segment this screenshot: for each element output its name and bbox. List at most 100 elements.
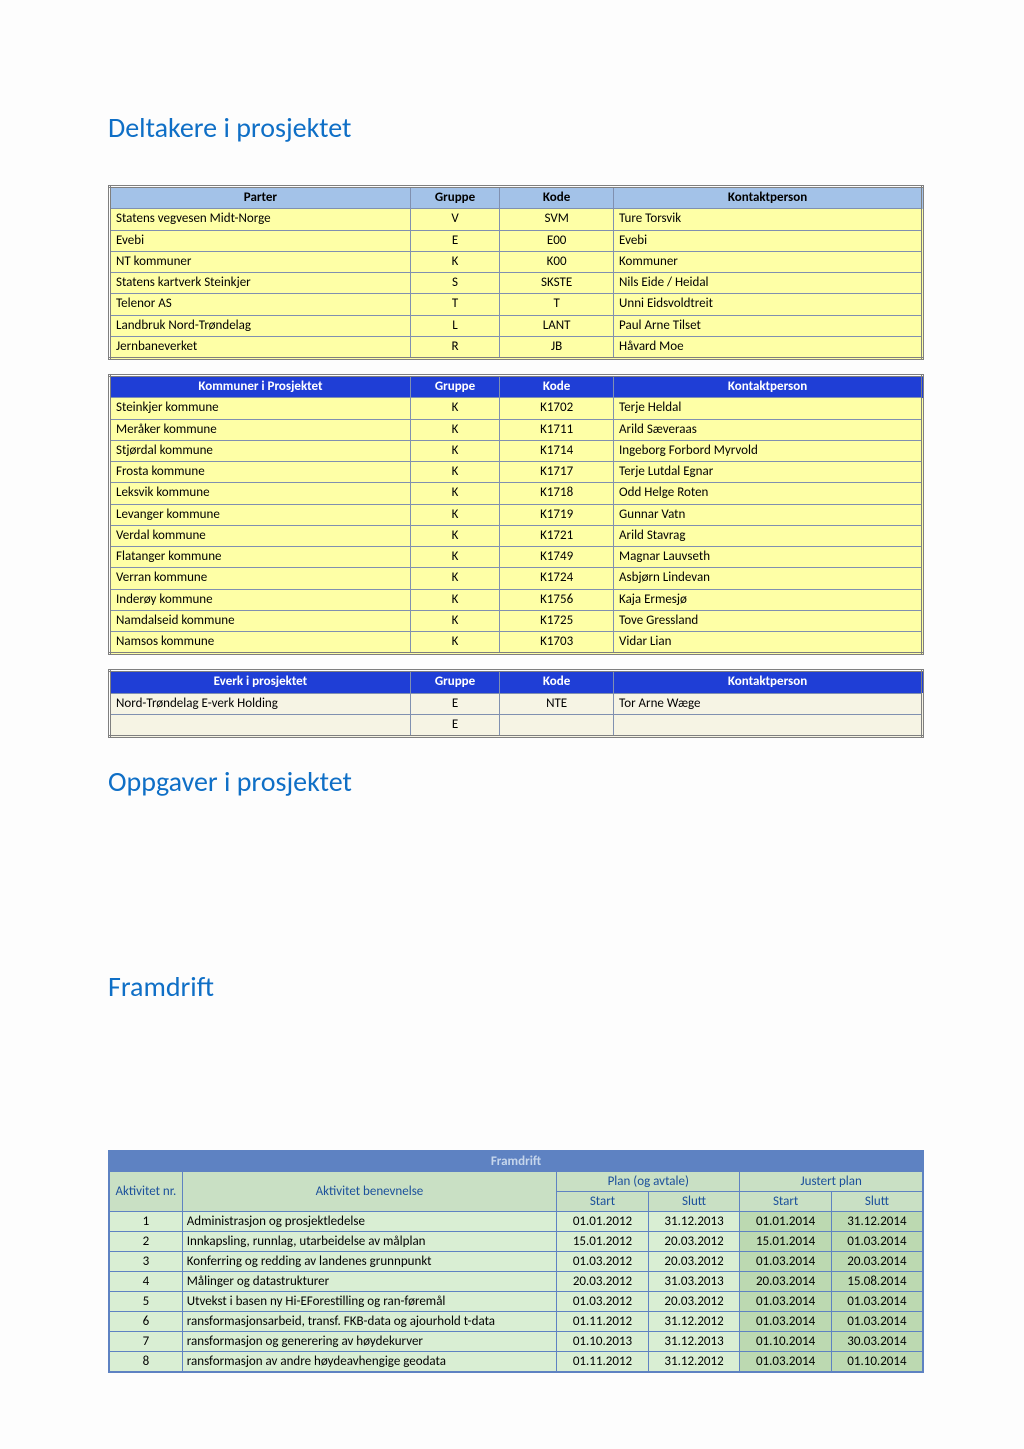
cell: Konferring og redding av landenes grunnp… xyxy=(182,1252,556,1272)
table-row: EvebiEE00Evebi xyxy=(110,230,923,251)
cell: K1711 xyxy=(500,419,614,440)
cell: 31.12.2013 xyxy=(648,1212,740,1232)
cell: 01.03.2012 xyxy=(557,1292,649,1312)
table-row: Inderøy kommuneKK1756Kaja Ermesjø xyxy=(110,589,923,610)
table-row: 7ransformasjon og generering av høydekur… xyxy=(109,1332,923,1352)
cell: Terje Heldal xyxy=(614,398,923,419)
th-gruppe: Gruppe xyxy=(410,187,499,209)
cell: Evebi xyxy=(614,230,923,251)
cell: K xyxy=(410,547,499,568)
cell: Verran kommune xyxy=(110,568,411,589)
th-parter: Everk i prosjektet xyxy=(110,671,411,693)
cell: 01.10.2014 xyxy=(740,1332,832,1352)
cell: 01.03.2014 xyxy=(831,1312,923,1332)
cell: T xyxy=(500,294,614,315)
cell: 20.03.2012 xyxy=(648,1232,740,1252)
fd-h-slutt2: Slutt xyxy=(831,1192,923,1212)
cell: K xyxy=(410,483,499,504)
fd-h-start2: Start xyxy=(740,1192,832,1212)
cell: 01.11.2012 xyxy=(557,1312,649,1332)
cell: Namsos kommune xyxy=(110,632,411,654)
cell: Nord-Trøndelag E-verk Holding xyxy=(110,693,411,714)
fd-h-justert: Justert plan xyxy=(740,1172,923,1192)
cell: 31.12.2013 xyxy=(648,1332,740,1352)
table-row: Flatanger kommuneKK1749Magnar Lauvseth xyxy=(110,547,923,568)
th-gruppe: Gruppe xyxy=(410,671,499,693)
table-row: 8ransformasjon av andre høydeavhengige g… xyxy=(109,1352,923,1373)
cell: 31.12.2012 xyxy=(648,1352,740,1373)
cell: Statens vegvesen Midt-Norge xyxy=(110,209,411,230)
cell: Asbjørn Lindevan xyxy=(614,568,923,589)
fd-h-slutt: Slutt xyxy=(648,1192,740,1212)
table-framdrift: Framdrift Aktivitet nr. Aktivitet benevn… xyxy=(108,1150,924,1373)
cell: K xyxy=(410,398,499,419)
table-row: Namsos kommuneKK1703Vidar Lian xyxy=(110,632,923,654)
cell: Statens kartverk Steinkjer xyxy=(110,273,411,294)
cell: Tor Arne Wæge xyxy=(614,693,923,714)
cell: L xyxy=(410,315,499,336)
table-row: 6ransformasjonsarbeid, transf. FKB-data … xyxy=(109,1312,923,1332)
section-framdrift: Framdrift xyxy=(108,969,924,1004)
cell: K1719 xyxy=(500,504,614,525)
cell: Inderøy kommune xyxy=(110,589,411,610)
cell: K1702 xyxy=(500,398,614,419)
table-row: 5Utvekst i basen ny Hi-EForestilling og … xyxy=(109,1292,923,1312)
cell: 5 xyxy=(109,1292,182,1312)
cell: Håvard Moe xyxy=(614,336,923,358)
cell: SVM xyxy=(500,209,614,230)
cell: K xyxy=(410,632,499,654)
cell: E00 xyxy=(500,230,614,251)
cell: 6 xyxy=(109,1312,182,1332)
table-row: Levanger kommuneKK1719Gunnar Vatn xyxy=(110,504,923,525)
cell: 01.03.2012 xyxy=(557,1252,649,1272)
cell: 1 xyxy=(109,1212,182,1232)
cell: 01.01.2014 xyxy=(740,1212,832,1232)
cell: Jernbaneverket xyxy=(110,336,411,358)
cell: Paul Arne Tilset xyxy=(614,315,923,336)
cell: Magnar Lauvseth xyxy=(614,547,923,568)
cell: K xyxy=(410,568,499,589)
cell: Verdal kommune xyxy=(110,525,411,546)
cell: 01.03.2014 xyxy=(740,1312,832,1332)
table-row: 2Innkapsling, runnlag, utarbeidelse av m… xyxy=(109,1232,923,1252)
cell: Steinkjer kommune xyxy=(110,398,411,419)
th-kontakt: Kontaktperson xyxy=(614,376,923,398)
cell: 2 xyxy=(109,1232,182,1252)
table-row: Telenor ASTTUnni Eidsvoldtreit xyxy=(110,294,923,315)
cell: 3 xyxy=(109,1252,182,1272)
table-kommuner: Kommuner i Prosjektet Gruppe Kode Kontak… xyxy=(108,374,924,655)
table-row: Frosta kommuneKK1717Terje Lutdal Egnar xyxy=(110,462,923,483)
cell: ransformasjon og generering av høydekurv… xyxy=(182,1332,556,1352)
cell: 20.03.2012 xyxy=(648,1292,740,1312)
cell: Unni Eidsvoldtreit xyxy=(614,294,923,315)
cell: E xyxy=(410,230,499,251)
fd-h-act: Aktivitet benevnelse xyxy=(182,1172,556,1212)
cell: SKSTE xyxy=(500,273,614,294)
table-row: 3Konferring og redding av landenes grunn… xyxy=(109,1252,923,1272)
th-kode: Kode xyxy=(500,671,614,693)
cell: Tove Gressland xyxy=(614,610,923,631)
cell: ransformasjon av andre høydeavhengige ge… xyxy=(182,1352,556,1373)
cell: Frosta kommune xyxy=(110,462,411,483)
cell: Innkapsling, runnlag, utarbeidelse av må… xyxy=(182,1232,556,1252)
cell: Telenor AS xyxy=(110,294,411,315)
fd-h-nr: Aktivitet nr. xyxy=(109,1172,182,1212)
th-kontakt: Kontaktperson xyxy=(614,187,923,209)
cell: 15.08.2014 xyxy=(831,1272,923,1292)
cell: 7 xyxy=(109,1332,182,1352)
table-row: Nord-Trøndelag E-verk HoldingENTETor Arn… xyxy=(110,693,923,714)
cell: Meråker kommune xyxy=(110,419,411,440)
table-row: Statens vegvesen Midt-NorgeVSVMTure Tors… xyxy=(110,209,923,230)
cell: ransformasjonsarbeid, transf. FKB-data o… xyxy=(182,1312,556,1332)
cell: NT kommuner xyxy=(110,251,411,272)
cell: 15.01.2012 xyxy=(557,1232,649,1252)
cell: K1749 xyxy=(500,547,614,568)
cell: 4 xyxy=(109,1272,182,1292)
cell: Ture Torsvik xyxy=(614,209,923,230)
cell: K xyxy=(410,525,499,546)
cell xyxy=(614,714,923,736)
cell: 31.12.2014 xyxy=(831,1212,923,1232)
table-row: 1Administrasjon og prosjektledelse01.01.… xyxy=(109,1212,923,1232)
table-row: Stjørdal kommuneKK1714Ingeborg Forbord M… xyxy=(110,440,923,461)
cell: R xyxy=(410,336,499,358)
